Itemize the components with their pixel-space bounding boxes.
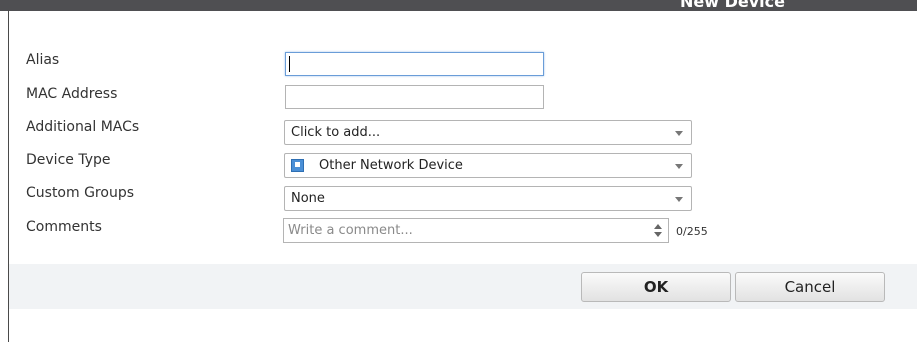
spin-down-icon	[654, 232, 662, 237]
dialog-title: New Device	[680, 0, 785, 11]
alias-label: Alias	[26, 52, 60, 68]
device-type-label: Device Type	[26, 152, 111, 168]
new-device-dialog: New Device Alias MAC Address Additional …	[0, 0, 917, 342]
comments-label: Comments	[26, 219, 102, 235]
custom-groups-value: None	[291, 191, 325, 206]
alias-input[interactable]	[285, 52, 544, 76]
comment-char-counter: 0/255	[676, 225, 708, 238]
comments-input[interactable]	[284, 219, 642, 242]
mac-address-label: MAC Address	[26, 86, 118, 102]
comments-field[interactable]	[283, 218, 669, 243]
chevron-down-icon	[675, 164, 683, 169]
device-type-value: Other Network Device	[319, 158, 463, 173]
spin-up-icon	[654, 224, 662, 229]
dialog-titlebar: New Device	[0, 0, 917, 11]
text-cursor	[289, 56, 290, 72]
resize-spinner-icon[interactable]	[654, 223, 663, 238]
custom-groups-select[interactable]: None	[284, 186, 692, 211]
additional-macs-select[interactable]: Click to add...	[284, 120, 692, 145]
chevron-down-icon	[675, 131, 683, 136]
ok-button[interactable]: OK	[581, 272, 731, 302]
additional-macs-value: Click to add...	[291, 125, 381, 140]
cancel-button[interactable]: Cancel	[735, 272, 885, 302]
custom-groups-label: Custom Groups	[26, 185, 135, 201]
mac-address-input[interactable]	[285, 85, 544, 109]
chevron-down-icon	[675, 197, 683, 202]
device-type-select[interactable]: Other Network Device	[284, 153, 692, 178]
additional-macs-label: Additional MACs	[26, 119, 140, 135]
network-device-icon	[291, 159, 304, 172]
